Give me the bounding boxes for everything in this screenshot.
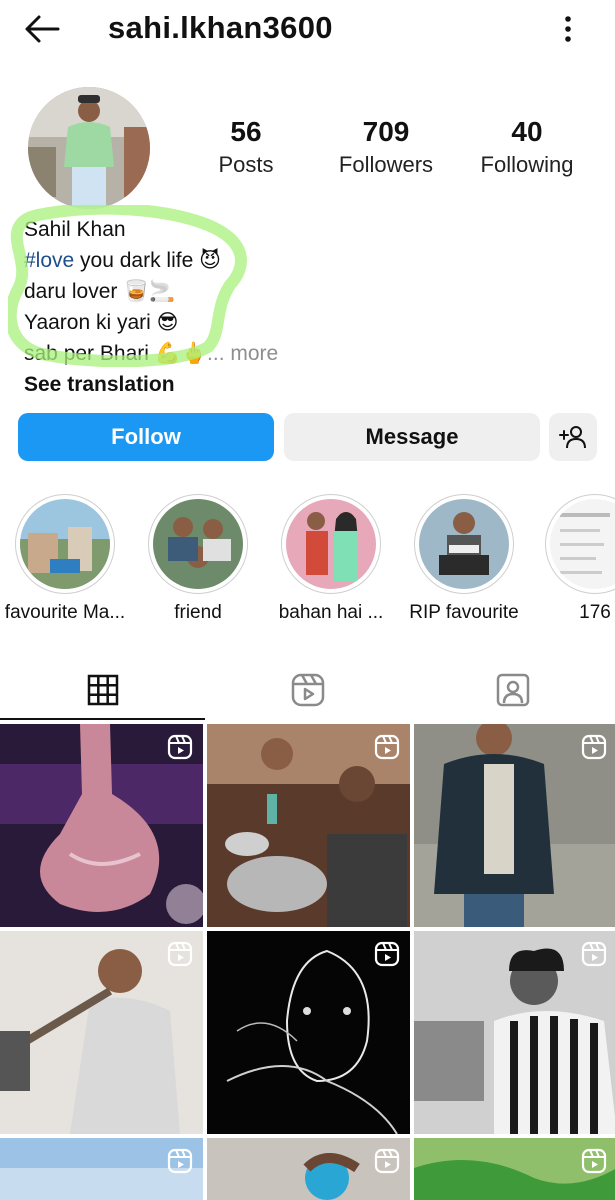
highlight-ring (281, 494, 381, 594)
reel-icon (374, 941, 400, 967)
post-thumbnail[interactable] (0, 931, 203, 1134)
see-translation-link[interactable]: See translation (24, 369, 584, 400)
post-thumbnail[interactable] (414, 724, 615, 927)
highlight-cover (20, 499, 110, 589)
reel-icon (167, 734, 193, 760)
highlight-label: RIP favourite (409, 602, 519, 623)
highlight-item[interactable]: 176 (545, 494, 615, 623)
followers-count: 709 (362, 116, 410, 147)
highlight-label: bahan hai ... (278, 602, 384, 623)
avatar-photo (28, 87, 150, 209)
followers-stat[interactable]: 709 Followers (326, 114, 446, 180)
bio-more-link[interactable]: ... more (207, 342, 278, 365)
highlight-cover (153, 499, 243, 589)
message-button[interactable]: Message (284, 413, 540, 461)
reel-icon (374, 1148, 400, 1174)
bio-line-1: #love you dark life 😈 (24, 245, 584, 276)
highlight-ring (545, 494, 615, 594)
post-thumbnail[interactable] (207, 724, 410, 927)
posts-grid (0, 724, 615, 1200)
arrow-left-icon[interactable] (22, 12, 62, 46)
profile-bio: Sahil Khan #love you dark life 😈 daru lo… (24, 214, 584, 400)
active-tab-indicator (0, 718, 205, 720)
highlight-item[interactable]: friend (148, 494, 248, 623)
highlight-item[interactable]: favourite Ma... (5, 494, 125, 623)
highlight-label: 176 (579, 602, 611, 623)
reel-icon (581, 941, 607, 967)
tagged-icon (496, 673, 529, 707)
highlight-cover (286, 499, 376, 589)
tab-posts-grid[interactable] (0, 660, 205, 720)
profile-username: sahi.lkhan3600 (108, 10, 333, 45)
reel-icon (581, 1148, 607, 1174)
post-thumbnail[interactable] (0, 1138, 203, 1200)
posts-label: Posts (218, 152, 274, 177)
profile-tabs (0, 660, 615, 720)
post-thumbnail[interactable] (0, 724, 203, 927)
following-stat[interactable]: 40 Following (468, 114, 586, 180)
profile-avatar[interactable] (28, 87, 150, 209)
more-vertical-icon[interactable] (556, 12, 580, 46)
bio-display-name: Sahil Khan (24, 218, 126, 241)
reels-icon (291, 673, 324, 707)
grid-icon (87, 674, 118, 706)
bio-hashtag-link[interactable]: #love (24, 249, 74, 272)
bio-line-4-text: sab per Bhari 💪🖕 (24, 342, 208, 365)
bio-line-3: Yaaron ki yari 😎 (24, 311, 179, 334)
posts-stat[interactable]: 56 Posts (196, 114, 296, 180)
tab-tagged[interactable] (410, 660, 615, 720)
highlight-item[interactable]: bahan hai ... (279, 494, 383, 623)
bio-line-1-text: you dark life 😈 (74, 249, 221, 272)
posts-count: 56 (230, 116, 262, 147)
reel-icon (374, 734, 400, 760)
follow-button[interactable]: Follow (18, 413, 274, 461)
tab-reels[interactable] (205, 660, 410, 720)
reel-icon (167, 1148, 193, 1174)
bio-line-4: sab per Bhari 💪🖕... more (24, 338, 584, 369)
highlight-cover (419, 499, 509, 589)
post-thumbnail[interactable] (414, 931, 615, 1134)
post-thumbnail[interactable] (207, 1138, 410, 1200)
highlight-ring (148, 494, 248, 594)
highlight-label: friend (174, 602, 222, 623)
add-user-button[interactable] (549, 413, 597, 461)
top-bar: sahi.lkhan3600 (0, 0, 615, 60)
add-user-icon (559, 426, 586, 449)
bio-line-2: daru lover 🥃🚬 (24, 280, 176, 303)
highlight-item[interactable]: RIP favourite (409, 494, 519, 623)
following-count: 40 (511, 116, 543, 147)
reel-icon (167, 941, 193, 967)
post-thumbnail[interactable] (414, 1138, 615, 1200)
highlight-ring (15, 494, 115, 594)
highlight-label: favourite Ma... (4, 602, 126, 623)
reel-icon (581, 734, 607, 760)
followers-label: Followers (338, 152, 434, 177)
following-label: Following (480, 152, 574, 177)
post-thumbnail[interactable] (207, 931, 410, 1134)
highlight-ring (414, 494, 514, 594)
highlight-cover (550, 499, 615, 589)
